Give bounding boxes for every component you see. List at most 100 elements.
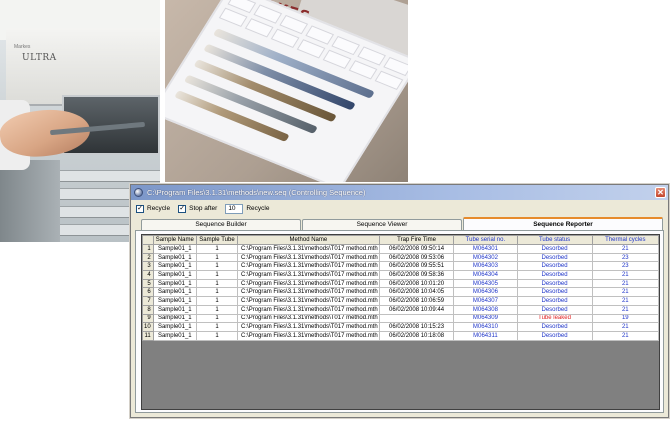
row-number-cell[interactable]: 5 — [142, 278, 154, 289]
table-row[interactable]: 6 Sample01_1 1 C:\Program Files\3.1.31\meth… — [142, 287, 659, 298]
tube-serial-cell[interactable]: M064306 — [453, 287, 518, 298]
thermal-cycles-cell[interactable]: 21 — [591, 244, 659, 254]
close-icon[interactable]: ✕ — [655, 187, 666, 198]
thermal-cycles-cell[interactable]: 19 — [591, 313, 659, 324]
sample-tube-cell[interactable]: 1 — [195, 278, 239, 289]
table-row[interactable]: 1 Sample01_1 1 C:\Program Files\3.1.31\meth… — [142, 244, 659, 254]
tube-status-cell[interactable]: Tube leaked — [516, 313, 593, 324]
method-name-cell[interactable]: C:\Program Files\3.1.31\methods\T017 met… — [237, 330, 380, 341]
sample-tube-cell[interactable]: 1 — [195, 287, 239, 298]
column-header-tube-status[interactable]: Tube status — [516, 235, 593, 245]
tube-status-cell[interactable]: Desorbed — [516, 322, 593, 332]
tab-sequence-viewer[interactable]: Sequence Viewer — [302, 219, 462, 230]
title-bar[interactable]: C:\Program Files\3.1.31\methods\new.seq … — [131, 185, 668, 200]
sample-name-cell[interactable]: Sample01_1 — [152, 296, 197, 306]
stop-after-count-input[interactable]: 10 — [225, 203, 244, 214]
recycle-checkbox-box[interactable]: ✓ — [136, 204, 144, 213]
sample-tube-cell[interactable]: 1 — [195, 252, 239, 263]
sample-name-cell[interactable]: Sample01_1 — [152, 330, 197, 341]
row-number-cell[interactable]: 11 — [142, 330, 154, 341]
sample-name-cell[interactable]: Sample01_1 — [152, 244, 197, 254]
method-name-cell[interactable]: C:\Program Files\3.1.31\methods\T017 met… — [237, 304, 380, 315]
method-name-cell[interactable]: C:\Program Files\3.1.31\methods\T017 met… — [237, 261, 380, 272]
recycle-checkbox[interactable]: ✓ Recycle — [136, 204, 170, 213]
row-number-cell[interactable]: 2 — [142, 252, 154, 263]
thermal-cycles-cell[interactable]: 23 — [591, 261, 659, 272]
table-row[interactable]: 2 Sample01_1 1 C:\Program Files\3.1.31\meth… — [142, 252, 659, 263]
sample-name-cell[interactable]: Sample01_1 — [152, 252, 197, 263]
tab-sequence-builder[interactable]: Sequence Builder — [141, 219, 301, 230]
sample-name-cell[interactable]: Sample01_1 — [152, 278, 197, 289]
sample-tube-cell[interactable]: 1 — [195, 304, 239, 315]
row-number-cell[interactable]: 1 — [142, 244, 154, 254]
table-row[interactable]: 10 Sample01_1 1 C:\Program Files\3.1.31\met… — [142, 322, 659, 332]
thermal-cycles-cell[interactable]: 21 — [591, 270, 659, 280]
thermal-cycles-cell[interactable]: 21 — [591, 278, 659, 289]
sample-tube-cell[interactable]: 1 — [195, 313, 239, 324]
sample-tube-cell[interactable]: 1 — [195, 322, 239, 332]
tube-status-cell[interactable]: Desorbed — [516, 252, 593, 263]
method-name-cell[interactable]: C:\Program Files\3.1.31\methods\T017 met… — [237, 244, 380, 254]
thermal-cycles-cell[interactable]: 21 — [591, 287, 659, 298]
thermal-cycles-cell[interactable]: 21 — [591, 330, 659, 341]
method-name-cell[interactable]: C:\Program Files\3.1.31\methods\T017 met… — [237, 287, 380, 298]
tube-serial-cell[interactable]: M064302 — [453, 252, 518, 263]
stop-after-checkbox[interactable]: ✓ Stop after — [178, 204, 217, 213]
row-number-cell[interactable]: 6 — [142, 287, 154, 298]
method-name-cell[interactable]: C:\Program Files\3.1.31\methods\T017 met… — [237, 270, 380, 280]
table-row[interactable]: 5 Sample01_1 1 C:\Program Files\3.1.31\meth… — [142, 278, 659, 289]
row-number-cell[interactable]: 4 — [142, 270, 154, 280]
trap-fire-time-cell[interactable] — [378, 313, 455, 324]
table-row[interactable]: 7 Sample01_1 1 C:\Program Files\3.1.31\meth… — [142, 296, 659, 306]
tube-status-cell[interactable]: Desorbed — [516, 304, 593, 315]
table-row[interactable]: 9 Sample01_1 1 C:\Program Files\3.1.31\meth… — [142, 313, 659, 324]
trap-fire-time-cell[interactable]: 06/02/2008 09:50:14 — [378, 244, 455, 254]
tube-status-cell[interactable]: Desorbed — [516, 270, 593, 280]
thermal-cycles-cell[interactable]: 21 — [591, 296, 659, 306]
table-row[interactable]: 8 Sample01_1 1 C:\Program Files\3.1.31\meth… — [142, 304, 659, 315]
trap-fire-time-cell[interactable]: 06/02/2008 10:06:59 — [378, 296, 455, 306]
tube-serial-cell[interactable]: M064304 — [453, 270, 518, 280]
tube-serial-cell[interactable]: M064309 — [453, 313, 518, 324]
table-row[interactable]: 3 Sample01_1 1 C:\Program Files\3.1.31\meth… — [142, 261, 659, 272]
row-number-cell[interactable]: 7 — [142, 296, 154, 306]
trap-fire-time-cell[interactable]: 06/02/2008 10:04:05 — [378, 287, 455, 298]
sample-name-cell[interactable]: Sample01_1 — [152, 313, 197, 324]
column-header-trap-fire-time[interactable]: Trap Fire Time — [378, 235, 455, 245]
column-header-thermal-cycles[interactable]: Thermal cycles — [591, 235, 659, 245]
method-name-cell[interactable]: C:\Program Files\3.1.31\methods\T017 met… — [237, 313, 380, 324]
trap-fire-time-cell[interactable]: 06/02/2008 10:15:23 — [378, 322, 455, 332]
column-header-sample-name[interactable]: Sample Name — [152, 235, 197, 245]
trap-fire-time-cell[interactable]: 06/02/2008 09:58:36 — [378, 270, 455, 280]
tube-serial-cell[interactable]: M064303 — [453, 261, 518, 272]
method-name-cell[interactable]: C:\Program Files\3.1.31\methods\T017 met… — [237, 278, 380, 289]
sample-name-cell[interactable]: Sample01_1 — [152, 261, 197, 272]
tube-serial-cell[interactable]: M064307 — [453, 296, 518, 306]
table-row[interactable]: 4 Sample01_1 1 C:\Program Files\3.1.31\meth… — [142, 270, 659, 280]
sample-name-cell[interactable]: Sample01_1 — [152, 270, 197, 280]
tube-serial-cell[interactable]: M064311 — [453, 330, 518, 341]
trap-fire-time-cell[interactable]: 06/02/2008 10:09:44 — [378, 304, 455, 315]
thermal-cycles-cell[interactable]: 21 — [591, 322, 659, 332]
tube-status-cell[interactable]: Desorbed — [516, 278, 593, 289]
tube-serial-cell[interactable]: M064305 — [453, 278, 518, 289]
tube-status-cell[interactable]: Desorbed — [516, 330, 593, 341]
trap-fire-time-cell[interactable]: 06/02/2008 09:55:51 — [378, 261, 455, 272]
column-header-tube-serial[interactable]: Tube serial no. — [453, 235, 518, 245]
tube-status-cell[interactable]: Desorbed — [516, 287, 593, 298]
method-name-cell[interactable]: C:\Program Files\3.1.31\methods\T017 met… — [237, 252, 380, 263]
table-row[interactable]: 11 Sample01_1 1 C:\Program Files\3.1.31\met… — [142, 330, 659, 341]
sample-tube-cell[interactable]: 1 — [195, 261, 239, 272]
stop-after-checkbox-box[interactable]: ✓ — [178, 204, 187, 213]
tube-serial-cell[interactable]: M064301 — [453, 244, 518, 254]
sample-name-cell[interactable]: Sample01_1 — [152, 322, 197, 332]
tube-serial-cell[interactable]: M064310 — [453, 322, 518, 332]
sample-tube-cell[interactable]: 1 — [195, 296, 239, 306]
thermal-cycles-cell[interactable]: 21 — [591, 304, 659, 315]
report-grid[interactable]: Sample Name Sample Tube Method Name Trap… — [141, 234, 660, 410]
column-header-method-name[interactable]: Method Name — [237, 235, 380, 245]
trap-fire-time-cell[interactable]: 06/02/2008 10:01:20 — [378, 278, 455, 289]
tube-status-cell[interactable]: Desorbed — [516, 261, 593, 272]
tube-status-cell[interactable]: Desorbed — [516, 244, 593, 254]
method-name-cell[interactable]: C:\Program Files\3.1.31\methods\T017 met… — [237, 322, 380, 332]
